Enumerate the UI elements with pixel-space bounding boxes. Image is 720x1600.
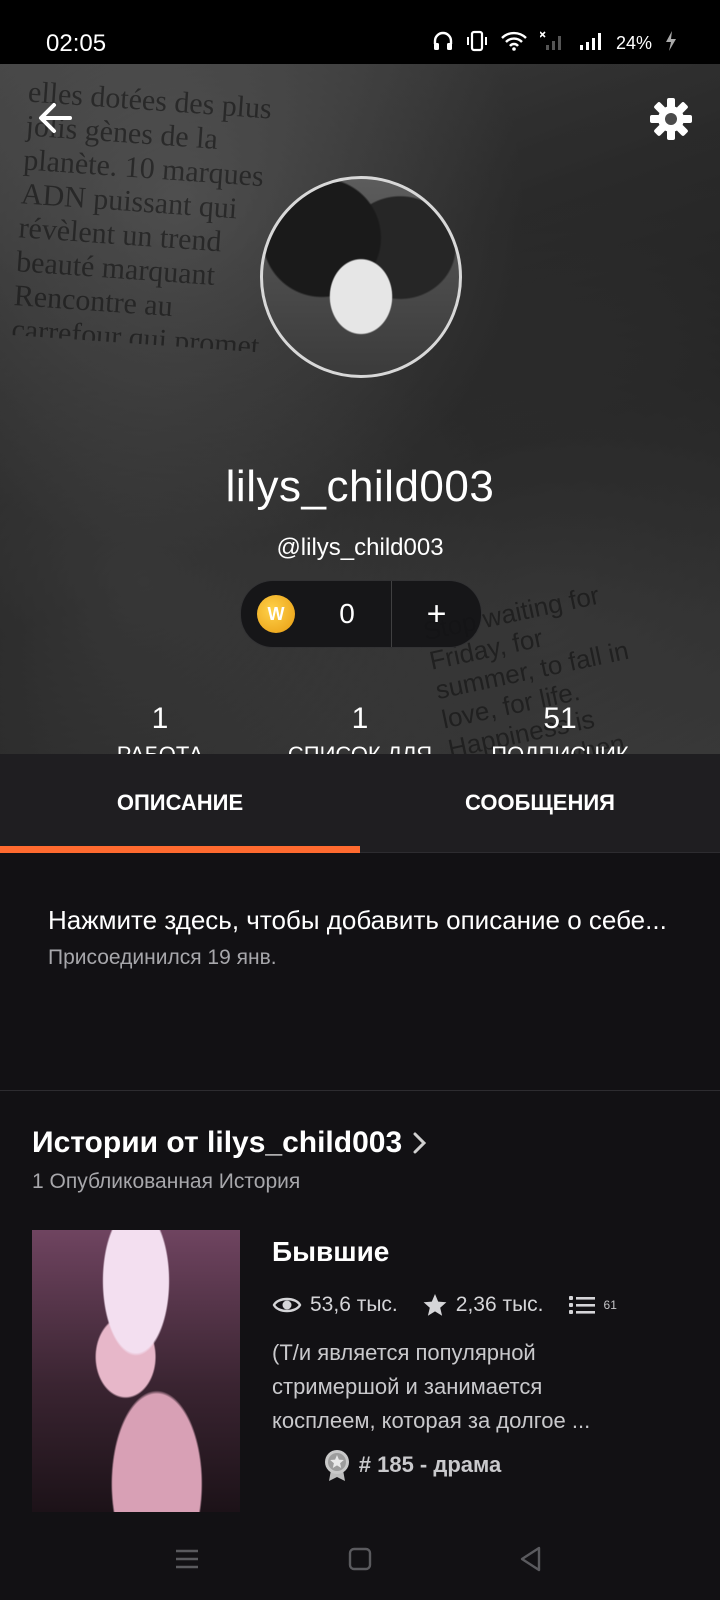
profile-stats: 1 РАБОТА 1 СПИСОК ДЛЯ ЧТЕНИЯ 51 ПОДПИСЧИ…: [0, 704, 720, 755]
profile-tabs: ОПИСАНИЕ СООБЩЕНИЯ: [0, 754, 720, 853]
gear-icon: [650, 98, 692, 140]
stat-followers[interactable]: 51 ПОДПИСЧИК: [460, 704, 660, 755]
signal-off-icon: [539, 30, 566, 57]
back-nav-button[interactable]: [516, 1544, 546, 1574]
joined-date: Присоединился 19 янв.: [48, 946, 277, 969]
home-button[interactable]: [345, 1544, 375, 1574]
active-tab-indicator: [0, 846, 360, 853]
triangle-back-icon: [520, 1546, 541, 1572]
recents-button[interactable]: [172, 1544, 202, 1574]
status-icons: 24%: [432, 30, 678, 57]
add-description-prompt[interactable]: Нажмите здесь, чтобы добавить описание о…: [48, 900, 678, 940]
stories-count: 1 Опубликованная История: [32, 1170, 301, 1193]
wifi-icon: [500, 30, 528, 57]
profile-handle: @lilys_child003: [276, 534, 444, 561]
stat-reading-list[interactable]: 1 СПИСОК ДЛЯ ЧТЕНИЯ: [260, 704, 460, 755]
award-badge-icon: [324, 1450, 349, 1481]
stories-title: Истории от lilys_child003: [32, 1126, 403, 1159]
chevron-right-icon: [413, 1132, 427, 1154]
story-description: (Т/и является популярной стримершой и за…: [272, 1340, 591, 1433]
settings-button[interactable]: [648, 96, 694, 142]
story-card[interactable]: Бывшие 53,6 тыс. 2,36 тыс. 61 (Т/и являе…: [272, 1236, 692, 1482]
section-divider: [0, 1090, 720, 1091]
stories-header[interactable]: Истории от lilys_child003: [32, 1126, 428, 1160]
arrow-left-icon: [39, 103, 72, 133]
signal-icon: [578, 30, 604, 57]
star-icon: [423, 1294, 447, 1316]
profile-cover: elles dotées des plus jolis gènes de la …: [0, 64, 720, 754]
story-rank[interactable]: # 185 - драма: [232, 1448, 592, 1482]
coin-count: 0: [339, 598, 355, 629]
eye-icon: [272, 1297, 302, 1313]
avatar[interactable]: [260, 176, 462, 378]
vibrate-icon: [466, 30, 488, 57]
tab-messages[interactable]: СООБЩЕНИЯ: [360, 754, 720, 852]
coins-widget[interactable]: W 0 +: [240, 580, 482, 648]
story-parts: 61: [603, 1298, 617, 1312]
story-meta: 53,6 тыс. 2,36 тыс. 61: [272, 1292, 692, 1318]
status-time: 02:05: [46, 30, 107, 57]
square-icon: [348, 1547, 372, 1571]
about-section: Нажмите здесь, чтобы добавить описание о…: [48, 900, 678, 970]
story-rank-label: # 185 - драма: [358, 1452, 502, 1477]
charging-icon: [664, 30, 678, 57]
list-icon: [568, 1296, 595, 1314]
status-bar: 02:05 24%: [0, 0, 720, 64]
system-nav-bar: [0, 1514, 720, 1600]
menu-lines-icon: [176, 1549, 198, 1569]
headphones-icon: [432, 30, 454, 57]
stat-works[interactable]: 1 РАБОТА: [60, 704, 260, 755]
battery-text: 24%: [615, 33, 652, 53]
story-votes: 2,36 тыс.: [455, 1293, 544, 1316]
add-coins-button[interactable]: +: [392, 595, 481, 634]
story-reads: 53,6 тыс.: [310, 1293, 398, 1316]
story-cover-image[interactable]: [32, 1230, 240, 1512]
tab-description[interactable]: ОПИСАНИЕ: [0, 754, 360, 852]
profile-display-name: lilys_child003: [225, 462, 495, 511]
back-button[interactable]: [34, 96, 78, 140]
story-title: Бывшие: [272, 1236, 390, 1267]
coin-icon: W: [257, 595, 295, 633]
